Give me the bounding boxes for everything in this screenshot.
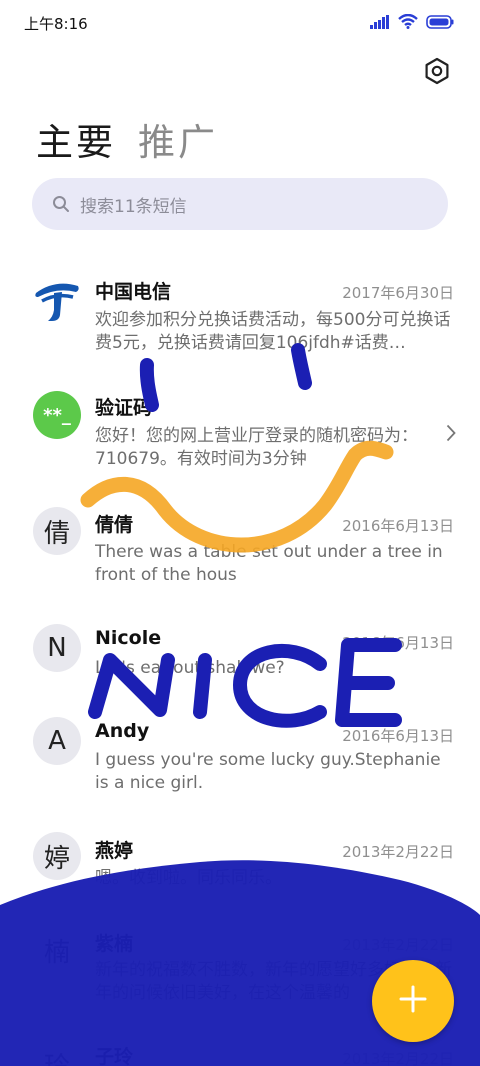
list-item[interactable]: **_ 验证码 您好！您的网上营业厅登录的随机密码为：710679。有效时间为3… <box>0 390 480 486</box>
wifi-icon <box>398 13 418 33</box>
avatar: 玲 <box>33 1040 81 1066</box>
avatar: 倩 <box>33 507 81 555</box>
search-icon <box>52 195 70 213</box>
sender-name: 子玲 <box>95 1046 134 1066</box>
list-item[interactable]: 倩 倩倩 2016年6月13日 There was a table set ou… <box>0 506 480 602</box>
message-preview: Let's eat out,shall we? <box>95 658 285 678</box>
signal-icon <box>370 14 390 33</box>
sender-name: 验证码 <box>95 397 153 419</box>
search-input[interactable]: 搜索11条短信 <box>32 178 448 230</box>
avatar: **_ <box>33 391 81 439</box>
status-bar: 上午8:16 <box>0 0 480 46</box>
search-placeholder: 搜索11条短信 <box>80 196 187 217</box>
sender-name: 倩倩 <box>95 514 134 536</box>
message-preview: 您好！您的网上营业厅登录的随机密码为：710679。有效时间为3分钟 <box>95 426 418 469</box>
message-preview: There was a table set out under a tree i… <box>95 542 443 585</box>
avatar: N <box>33 624 81 672</box>
list-item[interactable]: 中国电信 2017年6月30日 欢迎参加积分兑换话费活动，每500分可兑换话费5… <box>0 272 480 372</box>
battery-icon <box>426 14 454 33</box>
list-item[interactable]: 婷 燕婷 2013年2月22日 嗯。收到啦。同乐同乐。 <box>0 832 480 906</box>
tab-bar: 主要 推广 <box>36 112 218 166</box>
message-date: 2016年6月13日 <box>342 517 454 535</box>
status-icons <box>370 13 454 33</box>
message-preview: 嗯。收到啦。同乐同乐。 <box>95 868 282 888</box>
list-item[interactable]: N Nicole 2016年6月13日 Let's eat out,shall … <box>0 622 480 696</box>
sender-name: 紫楠 <box>95 933 134 955</box>
sender-name: Andy <box>95 720 150 742</box>
message-date: 2013年2月22日 <box>342 936 454 954</box>
list-item[interactable]: A Andy 2016年6月13日 I guess you're some lu… <box>0 716 480 812</box>
message-preview: I guess you're some lucky guy.Stephanie … <box>95 750 441 793</box>
message-date: 2016年6月13日 <box>342 634 454 652</box>
plus-icon <box>398 984 428 1018</box>
status-time: 上午8:16 <box>24 15 88 33</box>
avatar: A <box>33 717 81 765</box>
settings-hexagon-icon[interactable] <box>422 56 452 86</box>
avatar: 婷 <box>33 832 81 880</box>
list-item[interactable]: 玲 子玲 2013年2月22日 <box>0 1040 480 1066</box>
tab-promotions[interactable]: 推广 <box>138 112 218 166</box>
sender-name: 燕婷 <box>95 840 134 862</box>
message-date: 2013年2月22日 <box>342 843 454 861</box>
tab-main[interactable]: 主要 <box>36 112 116 166</box>
compose-button[interactable] <box>372 960 454 1042</box>
sender-name: Nicole <box>95 627 162 649</box>
telecom-logo-icon <box>33 276 81 324</box>
message-date: 2013年2月22日 <box>342 1050 454 1066</box>
avatar: 楠 <box>33 926 81 974</box>
message-preview: 欢迎参加积分兑换话费活动，每500分可兑换话费5元，兑换话费请回复106jfdh… <box>95 310 451 353</box>
message-date: 2016年6月13日 <box>342 727 454 745</box>
sender-name: 中国电信 <box>95 281 172 303</box>
chevron-right-icon <box>446 424 456 446</box>
message-date: 2017年6月30日 <box>342 284 454 302</box>
